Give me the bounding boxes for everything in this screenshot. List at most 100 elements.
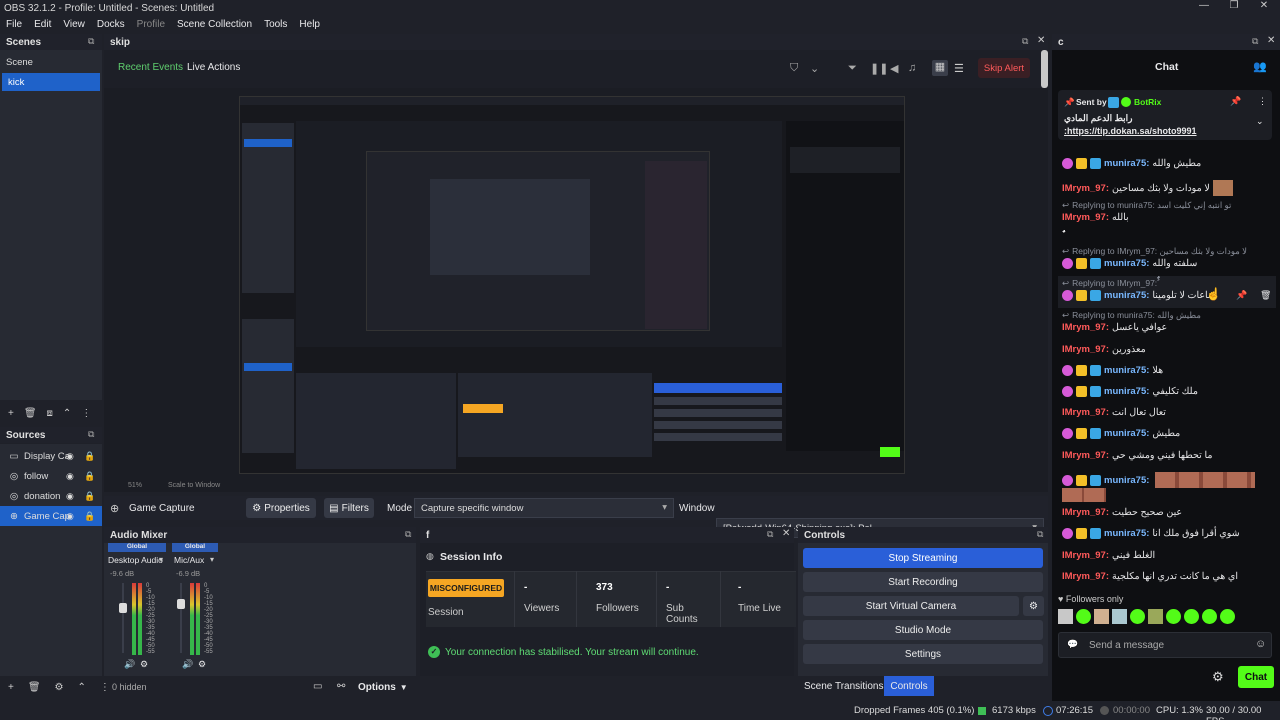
- remove-icon[interactable]: 🗑: [28, 682, 41, 693]
- chat-message[interactable]: IMrym_97: تعال تعال انت: [1062, 407, 1166, 418]
- filter-icon[interactable]: ⧈: [47, 408, 53, 419]
- chat-username[interactable]: IMrym_97:: [1062, 550, 1109, 561]
- close-icon[interactable]: ✕: [1254, 0, 1274, 16]
- channel-name[interactable]: Desktop Audio: [108, 555, 163, 565]
- chat-username[interactable]: IMrym_97:: [1062, 450, 1109, 461]
- eye-icon[interactable]: ◉: [66, 471, 74, 482]
- volume-slider-handle[interactable]: [119, 603, 127, 613]
- scale-mode[interactable]: Scale to Window: [168, 482, 220, 489]
- chat-username[interactable]: IMrym_97:: [1062, 344, 1109, 355]
- options-button[interactable]: Options ▼: [358, 679, 414, 695]
- chat-username[interactable]: IMrym_97:: [1062, 183, 1109, 194]
- speaker-icon[interactable]: 🔊: [124, 659, 135, 670]
- settings-button[interactable]: Settings: [803, 644, 1043, 664]
- emote-icon[interactable]: [1094, 609, 1109, 624]
- pinned-link[interactable]: :https://tip.dokan.sa/shoto9991: [1064, 126, 1197, 136]
- chat-message[interactable]: IMrym_97: اي هي ما كانت تدري انها مكلجية: [1062, 571, 1238, 582]
- menu-profile[interactable]: Profile: [131, 19, 171, 30]
- emote-icon[interactable]: [1076, 609, 1091, 624]
- chat-username[interactable]: munira75:: [1104, 290, 1149, 301]
- link-icon[interactable]: ⚯: [337, 681, 345, 692]
- menu-scene-collection[interactable]: Scene Collection: [171, 19, 258, 30]
- source-item[interactable]: ▭ Display Ca ◉ 🔒: [0, 446, 102, 466]
- pinned-message[interactable]: 📌 Sent by BotRix رابط الدعم المادي :http…: [1058, 90, 1272, 140]
- chevron-down-icon[interactable]: ▾: [159, 555, 163, 564]
- chat-username[interactable]: IMrym_97:: [1062, 322, 1109, 333]
- list-view-icon[interactable]: ☰: [954, 62, 964, 75]
- chat-send-button[interactable]: Chat: [1238, 666, 1274, 688]
- zoom-level[interactable]: 51%: [128, 482, 142, 489]
- menu-tools[interactable]: Tools: [258, 19, 293, 30]
- chat-username[interactable]: IMrym_97:: [1062, 212, 1109, 223]
- volume-slider-handle[interactable]: [177, 599, 185, 609]
- menu-docks[interactable]: Docks: [91, 19, 131, 30]
- move-up-icon[interactable]: ⌃: [63, 408, 71, 419]
- emoji-icon[interactable]: ☺: [1255, 638, 1266, 650]
- lock-icon[interactable]: 🔒: [84, 471, 95, 482]
- lock-icon[interactable]: 🔒: [84, 451, 95, 462]
- filter-icon[interactable]: ⏷: [848, 62, 857, 75]
- chat-message[interactable]: munira75: شوي أقرا فوق ملك انا: [1062, 528, 1240, 539]
- source-item-selected[interactable]: ⊕ Game Cap ◉ 🔒: [0, 506, 102, 526]
- menu-help[interactable]: Help: [293, 19, 326, 30]
- tab-scene-transitions[interactable]: Scene Transitions: [804, 681, 884, 692]
- menu-edit[interactable]: Edit: [28, 19, 57, 30]
- source-item[interactable]: ◎ follow ◉ 🔒: [0, 466, 102, 486]
- source-item[interactable]: ◎ donation ◉ 🔒: [0, 486, 102, 506]
- chat-message[interactable]: munira75: هلا: [1062, 365, 1163, 376]
- gear-icon[interactable]: ⚙: [140, 659, 148, 670]
- eye-icon[interactable]: ◉: [66, 511, 74, 522]
- skip-alert-button[interactable]: Skip Alert: [978, 58, 1030, 78]
- chat-username[interactable]: IMrym_97:: [1062, 407, 1109, 418]
- emote-icon[interactable]: [1220, 609, 1235, 624]
- pause-icon[interactable]: ❚❚: [870, 62, 888, 75]
- chat-message[interactable]: munira75: ساعات لا تلومينا: [1062, 290, 1216, 301]
- studio-mode-button[interactable]: Studio Mode: [803, 620, 1043, 640]
- chat-message[interactable]: IMrym_97: لا مودات ولا بثك مساحين: [1062, 180, 1233, 196]
- volume-icon[interactable]: ◀: [890, 62, 898, 75]
- chat-message[interactable]: IMrym_97: معذورين: [1062, 344, 1146, 355]
- close-icon[interactable]: ✕: [782, 528, 790, 539]
- chat-message[interactable]: IMrym_97: الغلط فيني: [1062, 550, 1155, 561]
- chevron-down-icon[interactable]: ▾: [210, 555, 214, 564]
- float-icon[interactable]: ⧉: [1252, 36, 1258, 47]
- gear-icon[interactable]: ⚙: [198, 659, 206, 670]
- chat-message[interactable]: IMrym_97: ما تحطها فيني ومشي حي: [1062, 450, 1212, 461]
- pin-icon[interactable]: 📌: [1236, 290, 1247, 301]
- chat-username[interactable]: IMrym_97:: [1062, 571, 1109, 582]
- channel-name[interactable]: Mic/Aux: [174, 555, 204, 565]
- chat-message[interactable]: munira75: مطيش: [1062, 428, 1180, 439]
- eye-icon[interactable]: ◉: [66, 451, 74, 462]
- emote-icon[interactable]: [1112, 609, 1127, 624]
- emote-icon[interactable]: [1202, 609, 1217, 624]
- tab-live-actions[interactable]: Live Actions: [181, 62, 246, 73]
- emote-icon[interactable]: [1148, 609, 1163, 624]
- menu-file[interactable]: File: [0, 19, 28, 30]
- chat-message[interactable]: IMrym_97: عوافي ياعسل: [1062, 322, 1167, 333]
- float-icon[interactable]: ⧉: [1022, 36, 1028, 47]
- scene-item-selected[interactable]: kick: [2, 73, 100, 91]
- chat-message[interactable]: munira75: مطيش والله: [1062, 158, 1201, 169]
- lock-icon[interactable]: 🔒: [84, 511, 95, 522]
- chevron-down-icon[interactable]: ⌄: [810, 62, 819, 75]
- float-icon[interactable]: ⧉: [1037, 529, 1043, 540]
- chat-username[interactable]: munira75:: [1104, 475, 1149, 486]
- chat-username[interactable]: munira75:: [1104, 258, 1149, 269]
- tab-recent-events[interactable]: Recent Events: [112, 62, 189, 73]
- scenes-float-icon[interactable]: ⧉: [88, 36, 94, 47]
- gear-icon[interactable]: ⚙: [55, 682, 64, 693]
- message-input[interactable]: 💬 Send a message ☺: [1058, 632, 1272, 658]
- tab-controls[interactable]: Controls: [884, 676, 934, 696]
- unpin-icon[interactable]: 📌: [1230, 96, 1241, 107]
- minimize-icon[interactable]: —: [1194, 0, 1214, 16]
- chevron-down-icon[interactable]: ⌄: [1256, 116, 1264, 127]
- chat-username[interactable]: munira75:: [1104, 528, 1149, 539]
- gear-icon[interactable]: ⚙: [1212, 669, 1224, 685]
- emote-icon[interactable]: [1130, 609, 1145, 624]
- filters-button[interactable]: ▤ Filters: [324, 498, 374, 518]
- chat-username[interactable]: munira75:: [1104, 428, 1149, 439]
- start-recording-button[interactable]: Start Recording: [803, 572, 1043, 592]
- more-icon[interactable]: ⋮: [100, 682, 110, 693]
- layout-icon[interactable]: ▭: [313, 681, 322, 692]
- lock-icon[interactable]: 🔒: [84, 491, 95, 502]
